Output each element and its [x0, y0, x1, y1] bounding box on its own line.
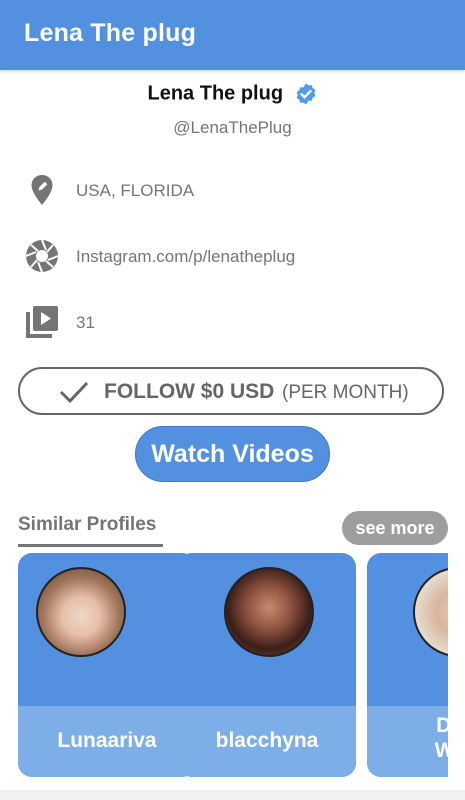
checkmark-icon	[59, 381, 89, 404]
instagram-link[interactable]: Instagram.com/p/lenatheplug	[76, 247, 295, 267]
card-name: Lunaariva	[57, 729, 157, 752]
similar-profiles-underline	[18, 544, 163, 547]
card-name-line: Dan	[436, 714, 448, 737]
location-row: USA, FLORIDA	[24, 172, 444, 212]
app-bar-title: Lena The plug	[24, 19, 197, 47]
profile-card[interactable]: Lunaariva	[18, 553, 196, 777]
see-more-button[interactable]: see more	[342, 511, 448, 545]
video-count-row: 31	[24, 304, 444, 344]
instagram-row[interactable]: Instagram.com/p/lenatheplug	[24, 238, 444, 278]
card-name: Dan Wes	[367, 713, 448, 763]
follow-price-label: FOLLOW $0 USD	[104, 380, 275, 403]
avatar	[413, 567, 448, 657]
camera-shutter-icon	[25, 239, 59, 273]
video-count: 31	[76, 313, 95, 332]
video-library-icon	[26, 306, 58, 338]
similar-profiles-heading: Similar Profiles	[18, 514, 157, 535]
card-name-line: Wes	[434, 739, 448, 762]
avatar	[224, 567, 314, 657]
profile-card[interactable]: blacchyna	[178, 553, 356, 777]
watch-videos-button[interactable]: Watch Videos	[135, 426, 330, 482]
app-bar: Lena The plug	[0, 0, 465, 70]
similar-profiles-carousel[interactable]: Lunaariva blacchyna Dan Wes	[18, 553, 448, 781]
profile-name-row: Lena The plug	[0, 82, 465, 106]
profile-card[interactable]: Dan Wes	[367, 553, 448, 777]
avatar	[36, 567, 126, 657]
verified-badge-icon	[296, 83, 315, 105]
location-pin-icon	[31, 175, 53, 205]
profile-name: Lena The plug	[147, 82, 284, 105]
location-text: USA, FLORIDA	[76, 181, 195, 200]
follow-button[interactable]: FOLLOW $0 USD (PER MONTH)	[18, 367, 444, 415]
profile-handle: @LenaThePlug	[173, 118, 292, 137]
bottom-strip	[0, 790, 465, 800]
follow-period-label: (PER MONTH)	[282, 382, 409, 403]
card-name: blacchyna	[215, 729, 319, 752]
